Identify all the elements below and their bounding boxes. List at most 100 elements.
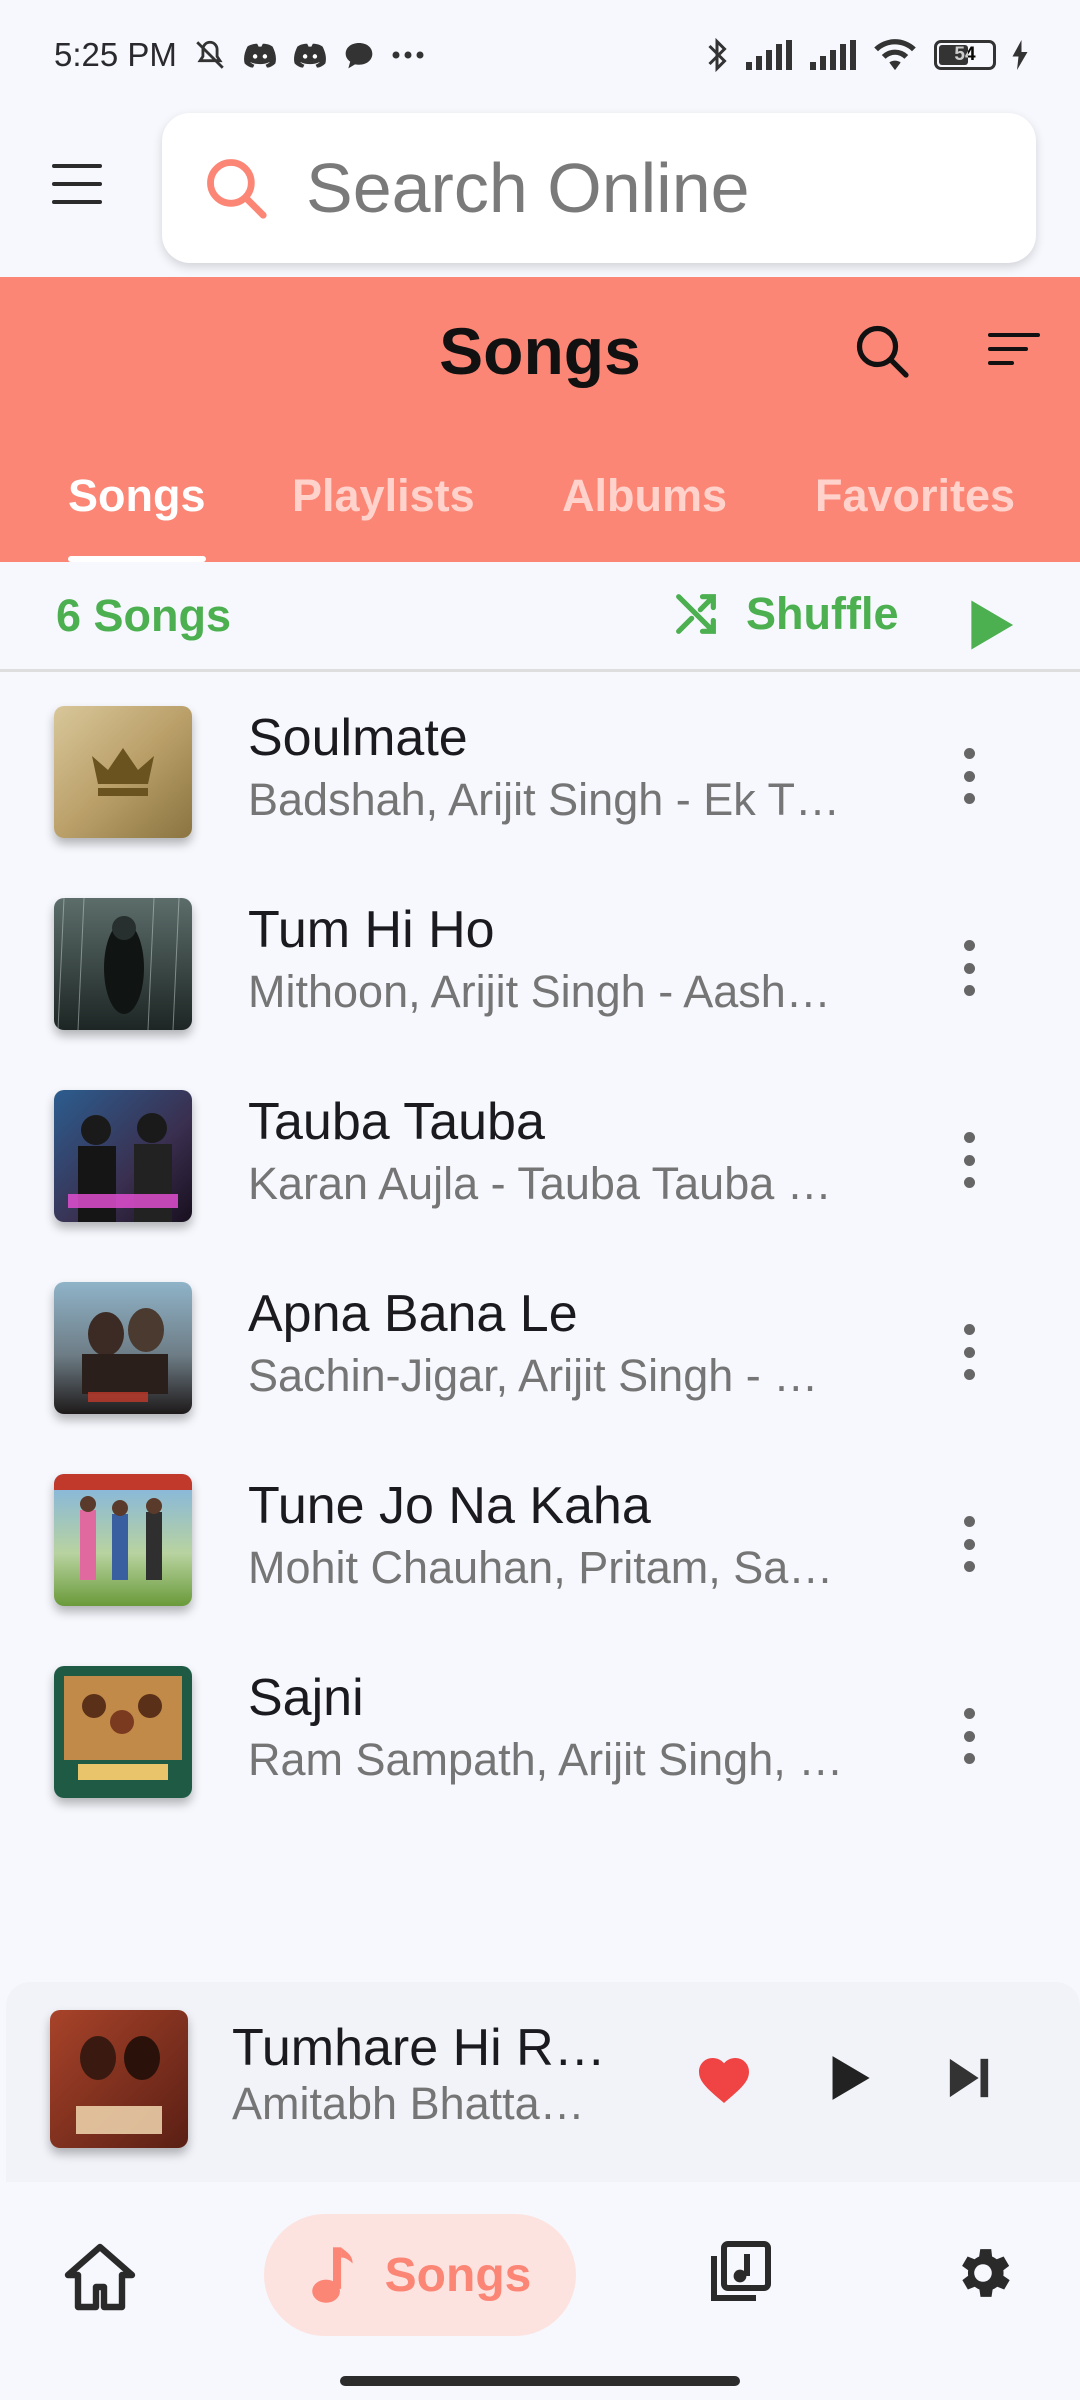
more-options-icon[interactable]: [958, 940, 980, 996]
tab-albums[interactable]: Albums: [562, 461, 727, 562]
search-icon[interactable]: [852, 321, 912, 381]
discord-icon: [243, 41, 277, 69]
dot: [963, 1324, 975, 1335]
tab-favorites[interactable]: Favorites: [815, 461, 1015, 562]
shuffle-icon: [676, 594, 716, 634]
dot: [963, 1561, 975, 1572]
bottom-navigation: Songs: [0, 2182, 1080, 2400]
wifi-icon: [872, 38, 918, 72]
chat-icon: [343, 40, 375, 70]
song-subtitle: Mohit Chauhan, Pritam, Sa…: [248, 1542, 834, 1593]
more-options-icon[interactable]: [958, 1324, 980, 1380]
song-row[interactable]: Apna Bana Le Sachin-Jigar, Arijit Singh …: [0, 1256, 1080, 1448]
song-count: 6 Songs: [56, 590, 232, 641]
now-playing-bar[interactable]: Tumhare Hi R… Amitabh Bhatta…: [6, 1982, 1080, 2182]
song-title: Tum Hi Ho: [248, 901, 495, 959]
skip-next-icon[interactable]: [946, 2056, 992, 2100]
dot: [963, 1708, 975, 1719]
album-art: [54, 1666, 192, 1798]
dot: [963, 1177, 975, 1188]
settings-icon[interactable]: [950, 2240, 1016, 2306]
search-icon: [207, 159, 267, 219]
album-art: [54, 706, 192, 838]
song-title: Soulmate: [248, 709, 468, 767]
songs-header: Songs Songs Playlists Albums Favorites: [0, 277, 1080, 562]
tab-playlists[interactable]: Playlists: [292, 461, 475, 562]
status-time: 5:25 PM: [54, 36, 177, 73]
home-icon[interactable]: [64, 2242, 136, 2312]
more-options-icon[interactable]: [958, 1132, 980, 1188]
music-note-icon: [311, 2247, 353, 2303]
song-title: Tune Jo Na Kaha: [248, 1477, 651, 1535]
song-subtitle: Ram Sampath, Arijit Singh, …: [248, 1734, 844, 1785]
dot: [963, 770, 975, 782]
search-input[interactable]: [306, 148, 946, 228]
dot: [963, 940, 975, 951]
dot: [963, 1132, 975, 1143]
dot: [963, 793, 975, 804]
menu-line: [52, 164, 102, 168]
dot: [963, 1538, 975, 1550]
albums-icon[interactable]: [708, 2240, 772, 2304]
song-subtitle: Karan Aujla - Tauba Tauba …: [248, 1158, 832, 1209]
mute-icon: [193, 38, 227, 72]
song-title: Apna Bana Le: [248, 1285, 578, 1343]
dot: [963, 1369, 975, 1380]
song-subtitle: Mithoon, Arijit Singh - Aash…: [248, 966, 831, 1017]
status-bar: 5:25 PM 54: [0, 0, 1080, 110]
play-icon[interactable]: [828, 2054, 872, 2102]
song-title: Sajni: [248, 1669, 364, 1727]
heart-icon[interactable]: [694, 2050, 754, 2106]
album-art: [54, 1090, 192, 1222]
song-count-bar: 6 Songs Shuffle: [0, 562, 1080, 672]
song-row[interactable]: Tum Hi Ho Mithoon, Arijit Singh - Aash…: [0, 872, 1080, 1064]
menu-line: [52, 200, 102, 204]
shuffle-label: Shuffle: [746, 588, 899, 639]
now-playing-artist: Amitabh Bhatta…: [232, 2078, 585, 2129]
song-subtitle: Badshah, Arijit Singh - Ek T…: [248, 774, 840, 825]
dot: [963, 1516, 975, 1527]
play-all-icon[interactable]: [966, 598, 1016, 652]
signal-icon: [808, 40, 856, 70]
dot: [963, 1753, 975, 1764]
more-options-icon[interactable]: [958, 748, 980, 804]
more-options-icon[interactable]: [958, 1708, 980, 1764]
more-options-icon[interactable]: [958, 1516, 980, 1572]
signal-icon: [744, 40, 792, 70]
song-row[interactable]: Tune Jo Na Kaha Mohit Chauhan, Pritam, S…: [0, 1448, 1080, 1640]
gesture-bar: [340, 2376, 740, 2386]
nav-songs-button[interactable]: Songs: [264, 2214, 576, 2336]
top-search-row: [0, 110, 1080, 277]
album-art: [54, 898, 192, 1030]
song-row[interactable]: Tauba Tauba Karan Aujla - Tauba Tauba …: [0, 1064, 1080, 1256]
now-playing-title: Tumhare Hi R…: [232, 2019, 606, 2077]
bluetooth-icon: [706, 37, 728, 73]
page-title: Songs: [439, 314, 641, 388]
dot: [963, 748, 975, 759]
dot: [963, 1346, 975, 1358]
discord-icon: [293, 41, 327, 69]
charging-icon: [1012, 40, 1028, 70]
dot: [963, 1154, 975, 1166]
now-playing-art: [50, 2010, 188, 2148]
song-row[interactable]: Soulmate Badshah, Arijit Singh - Ek T…: [0, 680, 1080, 872]
song-title: Tauba Tauba: [248, 1093, 545, 1151]
menu-button[interactable]: [52, 164, 102, 204]
nav-songs-label: Songs: [384, 2248, 532, 2302]
sort-icon[interactable]: [988, 329, 1040, 369]
status-left: 5:25 PM: [54, 36, 425, 74]
song-subtitle: Sachin-Jigar, Arijit Singh - …: [248, 1350, 819, 1401]
shuffle-button[interactable]: Shuffle: [670, 584, 899, 644]
battery-icon: 54: [934, 40, 996, 70]
album-art: [54, 1474, 192, 1606]
dot: [963, 985, 975, 996]
song-row[interactable]: Sajni Ram Sampath, Arijit Singh, …: [0, 1640, 1080, 1832]
search-bar[interactable]: [162, 113, 1036, 263]
tab-songs[interactable]: Songs: [68, 461, 206, 562]
dot: [963, 962, 975, 974]
more-dots-icon: [391, 50, 425, 60]
battery-level: 54: [954, 44, 976, 65]
dot: [963, 1730, 975, 1742]
menu-line: [52, 182, 102, 186]
status-right: 54: [706, 37, 1028, 73]
